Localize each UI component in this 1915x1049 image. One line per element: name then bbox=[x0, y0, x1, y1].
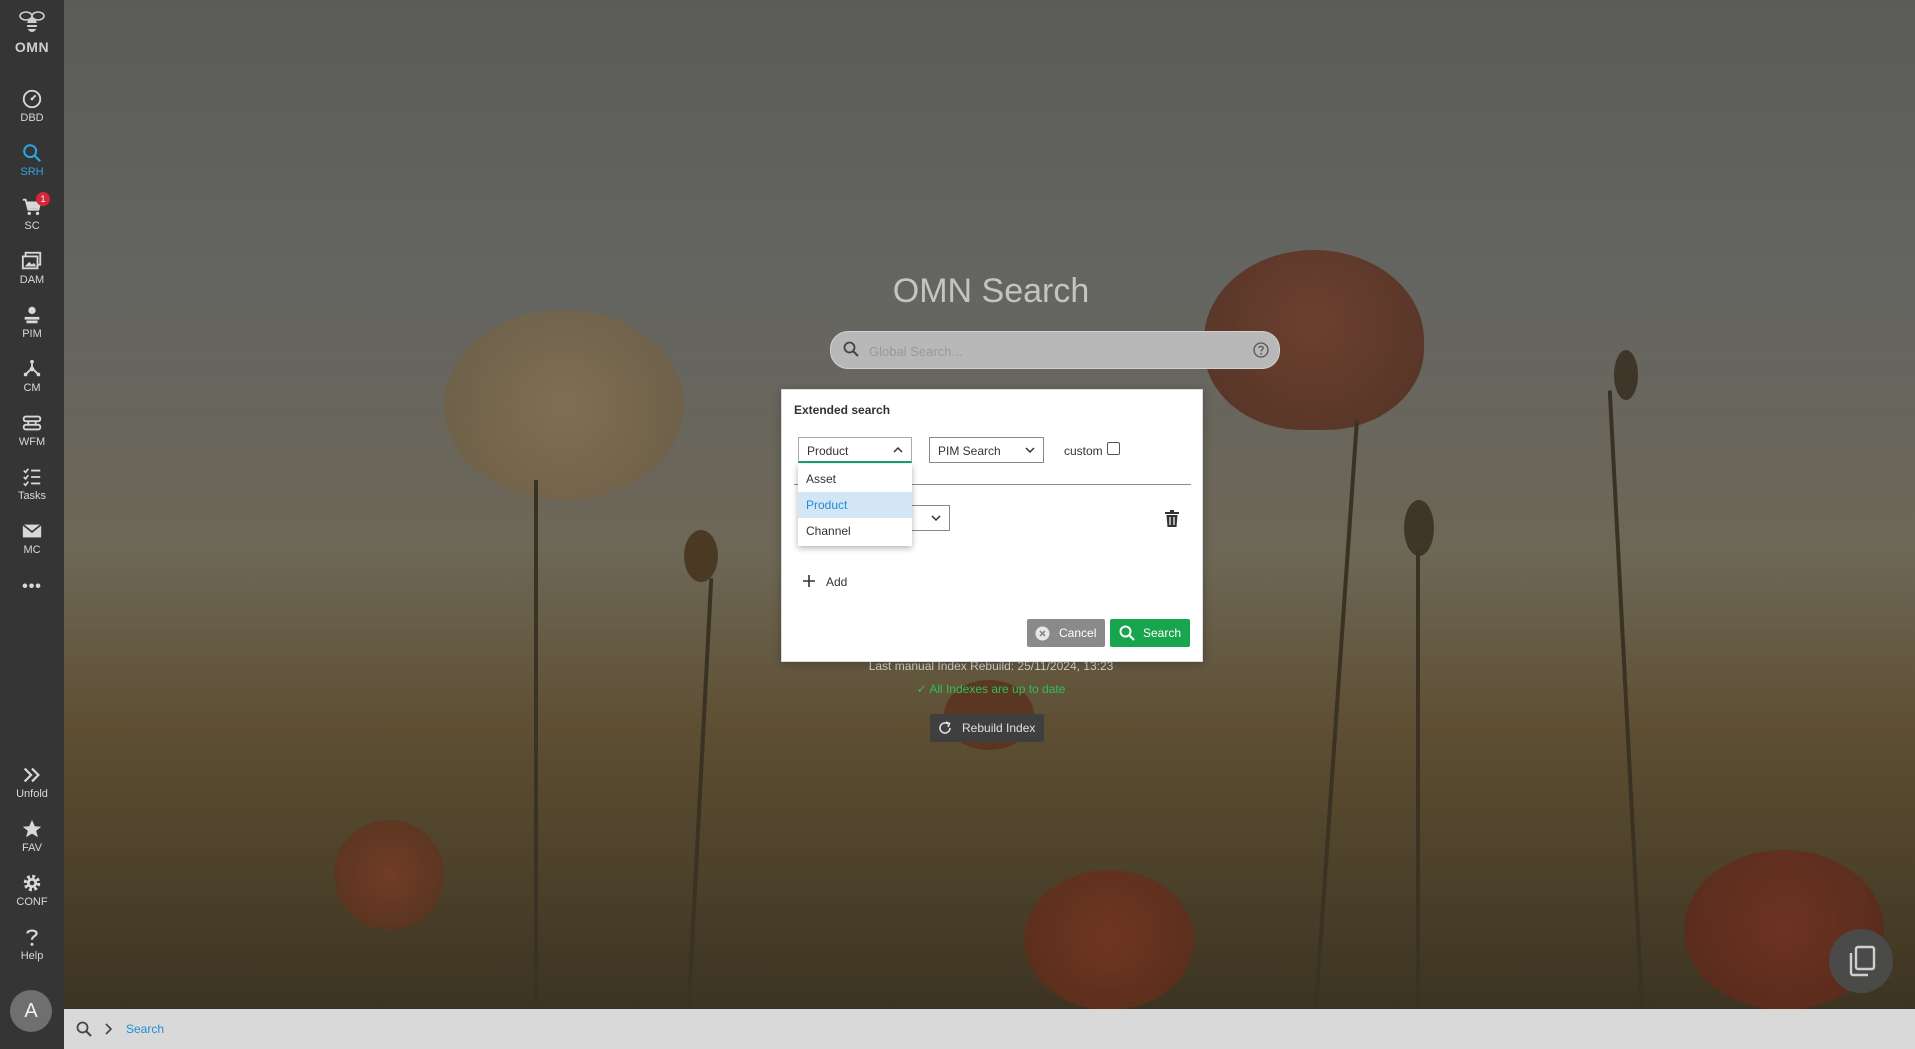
omn-logo[interactable]: OMN bbox=[0, 10, 64, 55]
search-button[interactable]: Search bbox=[1110, 619, 1190, 647]
sidebar-item-fav[interactable]: FAV bbox=[0, 818, 64, 870]
rebuild-index-label: Rebuild Index bbox=[962, 721, 1036, 735]
search-icon bbox=[23, 144, 42, 163]
search-label: Search bbox=[1143, 626, 1182, 640]
cancel-label: Cancel bbox=[1059, 626, 1097, 640]
avatar[interactable]: A bbox=[10, 990, 52, 1032]
index-status: ✓ All Indexes are up to date bbox=[830, 682, 1152, 696]
sidebar-item-conf[interactable]: CONF bbox=[0, 872, 64, 924]
sidebar-item-label: Tasks bbox=[17, 490, 47, 502]
search-type-value: Product bbox=[807, 444, 849, 458]
more-icon: ••• bbox=[22, 578, 42, 595]
sidebar-item-dam[interactable]: DAM bbox=[0, 250, 64, 302]
sidebar-item-label: PIM bbox=[22, 328, 42, 340]
sidebar-item-tasks[interactable]: Tasks bbox=[0, 466, 64, 518]
sidebar-item-pim[interactable]: PIM bbox=[0, 304, 64, 356]
chevron-right-icon bbox=[105, 1023, 112, 1035]
check-icon: ✓ bbox=[916, 682, 930, 696]
copy-icon bbox=[1849, 945, 1876, 977]
gear-icon bbox=[23, 874, 41, 892]
index-status-text: All Indexes are up to date bbox=[929, 682, 1066, 696]
sidebar-item-label: Unfold bbox=[16, 788, 48, 800]
sidebar: OMN DBD SRH 1 SC DAM PIM CM WFM Tasks MC… bbox=[0, 0, 64, 1049]
cart-badge: 1 bbox=[36, 192, 50, 206]
sidebar-item-wfm[interactable]: WFM bbox=[0, 412, 64, 464]
sidebar-item-label: MC bbox=[23, 544, 41, 556]
channel-icon bbox=[23, 359, 41, 377]
dropdown-option-asset[interactable]: Asset bbox=[798, 466, 912, 492]
star-icon bbox=[22, 819, 42, 838]
sidebar-item-label: Help bbox=[20, 950, 44, 962]
cancel-button[interactable]: Cancel bbox=[1027, 619, 1105, 647]
chevron-down-icon bbox=[1025, 447, 1035, 454]
chevron-down-icon bbox=[931, 515, 941, 522]
sidebar-item-cm[interactable]: CM bbox=[0, 358, 64, 410]
dialog-title: Extended search bbox=[794, 403, 891, 417]
sidebar-item-srh[interactable]: SRH bbox=[0, 142, 64, 194]
dropdown-option-channel[interactable]: Channel bbox=[798, 518, 912, 544]
sidebar-item-label: SC bbox=[24, 220, 40, 232]
tasks-icon bbox=[23, 468, 41, 487]
rebuild-index-button[interactable]: Rebuild Index bbox=[930, 714, 1044, 742]
page-title: OMN Search bbox=[892, 272, 1090, 310]
mail-icon bbox=[22, 523, 42, 538]
extended-search-dialog: Extended search Product PIM Search custo… bbox=[781, 389, 1203, 662]
sidebar-item-sc[interactable]: 1 SC bbox=[0, 192, 64, 248]
close-circle-icon bbox=[1035, 626, 1050, 641]
sidebar-item-label: DBD bbox=[20, 112, 44, 124]
search-icon bbox=[1119, 625, 1135, 641]
plus-icon bbox=[803, 575, 815, 587]
sidebar-item-label: DAM bbox=[19, 274, 45, 286]
breadcrumb-bar: Search bbox=[64, 1009, 1915, 1049]
add-label: Add bbox=[826, 575, 848, 589]
sidebar-item-mc[interactable]: MC bbox=[0, 520, 64, 572]
sidebar-item-label: SRH bbox=[20, 166, 44, 178]
global-search-input[interactable] bbox=[867, 340, 1241, 362]
more-menu-button[interactable]: ••• bbox=[0, 578, 64, 602]
dashboard-icon bbox=[22, 89, 42, 109]
bee-logo-icon bbox=[19, 11, 45, 32]
search-type-select[interactable]: Product bbox=[798, 437, 912, 463]
global-search-bar bbox=[830, 331, 1280, 369]
workflow-icon bbox=[22, 415, 42, 431]
refresh-icon bbox=[939, 721, 951, 734]
sidebar-item-label: FAV bbox=[22, 842, 42, 854]
search-type-dropdown: Asset Product Channel bbox=[798, 464, 912, 546]
logo-text: OMN bbox=[14, 39, 50, 55]
images-icon bbox=[21, 251, 42, 270]
sidebar-item-help[interactable]: Help bbox=[0, 926, 64, 978]
dropdown-option-product[interactable]: Product bbox=[798, 492, 912, 518]
help-icon[interactable] bbox=[1253, 342, 1269, 358]
search-icon bbox=[76, 1021, 92, 1037]
custom-checkbox[interactable] bbox=[1107, 442, 1120, 455]
double-chevron-right-icon bbox=[23, 767, 40, 783]
sidebar-item-label: WFM bbox=[18, 436, 46, 448]
search-profile-value: PIM Search bbox=[938, 444, 1001, 458]
trash-icon[interactable] bbox=[1165, 510, 1179, 527]
product-icon bbox=[24, 306, 40, 324]
breadcrumb-search[interactable]: Search bbox=[126, 1022, 164, 1036]
sidebar-item-label: CM bbox=[23, 382, 41, 394]
search-icon bbox=[843, 341, 859, 357]
sidebar-item-label: CONF bbox=[16, 896, 48, 908]
search-profile-select[interactable]: PIM Search bbox=[929, 437, 1044, 463]
chevron-up-icon bbox=[893, 446, 903, 453]
custom-label: custom bbox=[1064, 444, 1103, 458]
question-icon bbox=[26, 929, 38, 946]
sidebar-item-dbd[interactable]: DBD bbox=[0, 88, 64, 140]
copy-button[interactable] bbox=[1829, 929, 1893, 993]
sidebar-item-unfold[interactable]: Unfold bbox=[0, 764, 64, 816]
